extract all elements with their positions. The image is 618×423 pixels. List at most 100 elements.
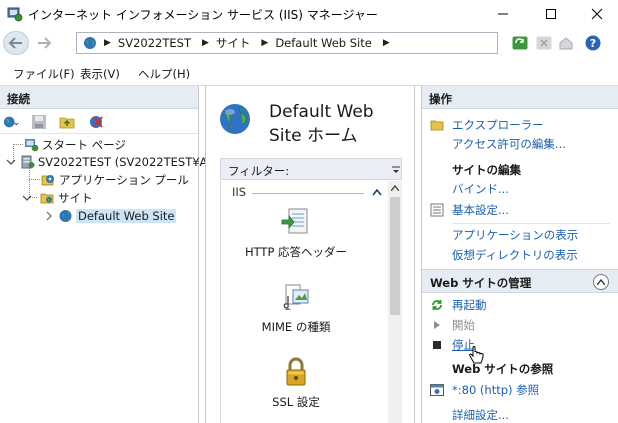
action-view-applications-label: アプリケーションの表示 — [452, 227, 579, 242]
menu-help[interactable]: ヘルプ(H) — [138, 66, 190, 82]
help-button[interactable]: ? — [584, 34, 602, 52]
chevron-right-icon: ▶ — [382, 38, 390, 48]
address-segment-site[interactable]: Default Web Site — [275, 36, 371, 50]
manage-site-section[interactable]: Web サイトの管理 — [422, 269, 618, 293]
chevron-down-icon[interactable] — [22, 193, 32, 203]
tree-label-default-web-site: Default Web Site — [76, 208, 177, 223]
close-icon — [591, 8, 603, 20]
menu-file[interactable]: ファイル(F) — [13, 66, 75, 82]
http-response-headers-icon — [281, 208, 308, 234]
explore-folder-icon — [430, 118, 444, 132]
menu-view[interactable]: 表示(V) — [80, 66, 120, 82]
group-header-iis[interactable]: IIS — [232, 185, 392, 199]
connect-globe-icon[interactable] — [3, 114, 19, 130]
home-button[interactable] — [557, 34, 575, 52]
feature-label: SSL 設定 — [272, 395, 320, 409]
action-explore[interactable]: エクスプローラー — [430, 116, 544, 133]
features-scrollbar[interactable] — [388, 181, 402, 423]
connections-toolbar — [0, 109, 198, 134]
action-browse-http[interactable]: *:80 (http) 参照 — [430, 381, 539, 398]
actions-header: 操作 — [422, 86, 618, 109]
page-title: Default Web Site ホーム — [269, 100, 374, 148]
chevron-down-icon[interactable] — [6, 157, 16, 167]
page-title-line1: Default Web — [269, 102, 374, 122]
feature-http-response-headers[interactable]: HTTP 応答ヘッダー — [226, 205, 366, 260]
action-browse-http-label: *:80 (http) 参照 — [452, 382, 540, 397]
feature-mime-types[interactable]: MIME の種類 — [226, 280, 366, 335]
ssl-lock-icon — [286, 357, 306, 386]
tree-line — [13, 144, 23, 145]
action-explore-label: エクスプローラー — [452, 117, 544, 132]
action-bindings-label: バインド... — [452, 181, 509, 196]
tree-line — [29, 179, 40, 180]
actions-pane: 操作 エクスプローラー アクセス許可の編集... サイトの編集 バインド... … — [421, 86, 618, 423]
forward-button[interactable] — [31, 31, 57, 55]
maximize-button[interactable] — [528, 0, 574, 28]
stop-icon — [430, 338, 444, 352]
mime-types-icon — [283, 284, 309, 310]
refresh-icon — [512, 36, 528, 50]
stop-nav-button[interactable] — [535, 34, 553, 52]
folder-up-icon[interactable] — [59, 114, 75, 130]
chevron-right-icon: ▶ — [261, 38, 269, 48]
collapse-button[interactable] — [593, 274, 609, 290]
tree-item-sites[interactable]: サイト — [22, 189, 93, 206]
group-divider — [252, 193, 364, 194]
feature-ssl-settings[interactable]: SSL 設定 — [226, 355, 366, 410]
filter-bar[interactable]: フィルター: — [220, 158, 402, 180]
features-pane: Default Web Site ホーム フィルター: IIS HTTP 応答ヘ… — [205, 86, 415, 423]
tree-item-default-web-site[interactable]: Default Web Site — [44, 207, 177, 224]
action-advanced-settings-label: 詳細設定... — [452, 407, 509, 422]
minimize-icon — [498, 13, 508, 15]
tree-label-server: SV2022TEST (SV2022TEST¥Adm — [38, 154, 226, 169]
chevron-right-icon: ▶ — [104, 38, 111, 48]
disconnect-icon[interactable] — [88, 114, 104, 130]
action-start[interactable]: 開始 — [430, 316, 475, 333]
page-title-line2: Site ホーム — [269, 126, 358, 146]
manage-site-header: Web サイトの管理 — [430, 276, 532, 290]
window-title: インターネット インフォメーション サービス (IIS) マネージャー — [28, 8, 378, 22]
close-button[interactable] — [574, 0, 618, 28]
globe-icon — [59, 209, 72, 222]
tree-item-server[interactable]: SV2022TEST (SV2022TEST¥Adm — [6, 153, 226, 170]
action-edit-permissions-label: アクセス許可の編集... — [452, 136, 566, 151]
action-advanced-settings[interactable]: 詳細設定... — [452, 406, 509, 423]
home-icon — [559, 37, 573, 50]
scroll-thumb[interactable] — [390, 197, 400, 315]
address-path[interactable]: ▶ SV2022TEST ▶ サイト ▶ Default Web Site ▶ — [76, 32, 498, 54]
tree-label-sites: サイト — [58, 190, 93, 205]
minimize-button[interactable] — [480, 0, 526, 28]
action-restart-label: 再起動 — [452, 297, 487, 312]
edit-site-heading: サイトの編集 — [452, 163, 521, 177]
tree-item-start-page[interactable]: スタート ページ — [24, 136, 126, 153]
sites-folder-icon — [40, 193, 54, 203]
tree-label-app-pools: アプリケーション プール — [59, 172, 189, 187]
action-view-virtual-dirs[interactable]: 仮想ディレクトリの表示 — [452, 246, 578, 263]
action-edit-permissions[interactable]: アクセス許可の編集... — [452, 135, 566, 152]
start-page-icon — [25, 138, 39, 151]
action-bindings[interactable]: バインド... — [452, 180, 509, 197]
refresh-button[interactable] — [511, 34, 529, 52]
address-bar: ▶ SV2022TEST ▶ サイト ▶ Default Web Site ▶ … — [0, 28, 618, 58]
action-view-applications[interactable]: アプリケーションの表示 — [452, 226, 578, 243]
settings-page-icon — [430, 203, 444, 217]
site-globe-icon — [220, 104, 250, 134]
group-label: IIS — [232, 185, 247, 199]
divider — [452, 223, 610, 224]
back-button[interactable] — [3, 31, 29, 55]
scroll-up-icon[interactable] — [391, 185, 399, 191]
chevron-up-icon[interactable] — [372, 188, 382, 196]
action-basic-settings[interactable]: 基本設定... — [430, 201, 509, 218]
tree-label-start-page: スタート ページ — [42, 137, 126, 152]
restart-icon — [430, 298, 444, 312]
chevron-right-icon[interactable] — [44, 211, 54, 221]
address-segment-sites[interactable]: サイト — [216, 35, 251, 51]
browse-window-icon — [430, 383, 444, 397]
save-icon[interactable] — [31, 114, 47, 130]
action-restart[interactable]: 再起動 — [430, 296, 487, 313]
tree-item-app-pools[interactable]: アプリケーション プール — [41, 171, 189, 188]
address-segment-server[interactable]: SV2022TEST — [118, 36, 191, 50]
arrow-left-icon — [8, 37, 22, 49]
feature-label: MIME の種類 — [261, 320, 331, 334]
dropdown-icon[interactable] — [392, 165, 400, 175]
